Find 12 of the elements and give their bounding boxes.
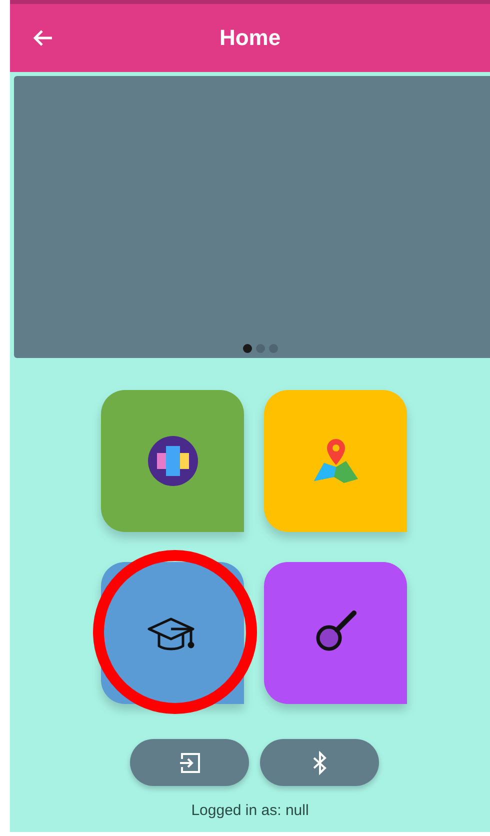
menu-tile[interactable]: [264, 390, 407, 532]
login-status-text: Logged in as: null: [190, 802, 310, 819]
page-indicator-dot[interactable]: [242, 344, 252, 353]
page-indicator-dot[interactable]: [256, 344, 264, 353]
login-icon: [178, 750, 202, 774]
app-bar-title: Home: [219, 25, 281, 50]
page-indicator-dot[interactable]: [268, 344, 278, 353]
menu-tile[interactable]: [101, 390, 244, 532]
login-button[interactable]: [130, 739, 249, 786]
bluetooth-button[interactable]: [260, 739, 379, 786]
menu-tile[interactable]: [264, 562, 407, 704]
directory-icon: [146, 435, 198, 487]
